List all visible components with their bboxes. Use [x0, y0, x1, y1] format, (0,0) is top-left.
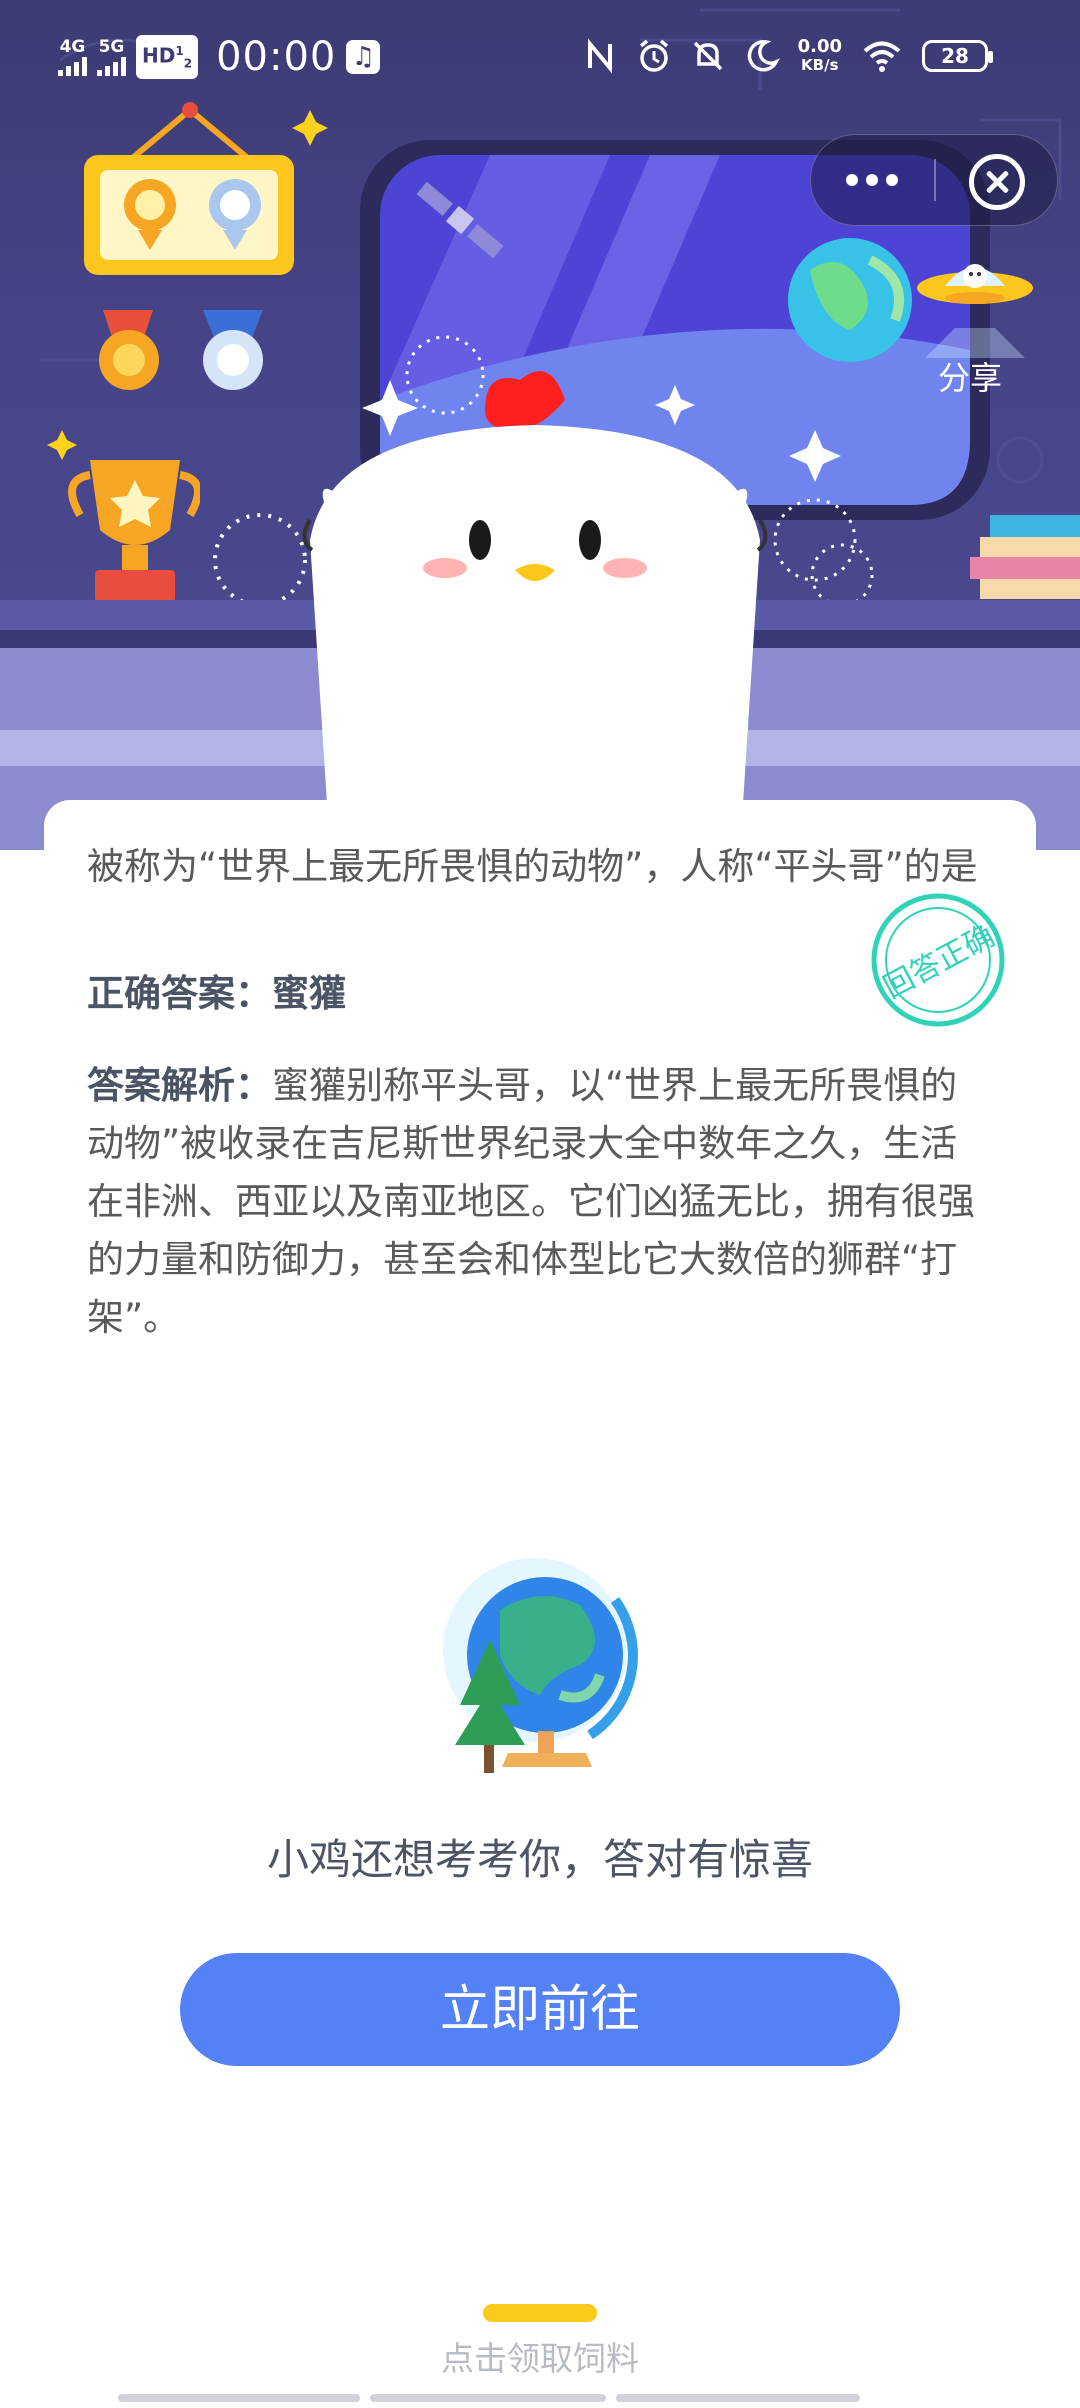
- network-speed: 0.00 KB/s: [797, 36, 842, 75]
- hd-sup: 1: [175, 43, 184, 58]
- wifi-icon: [863, 41, 901, 72]
- mute-bell-icon: [693, 41, 722, 71]
- stamp-text: 回答正确: [878, 919, 1000, 1006]
- medals: [99, 310, 263, 390]
- claim-feed-link[interactable]: 点击领取饲料: [0, 2332, 1080, 2380]
- signal-5g: 5G: [97, 36, 126, 76]
- globe-illustration: [443, 1558, 638, 1773]
- promo-tease: 小鸡还想考考你，答对有惊喜: [266, 1835, 813, 1884]
- share-button[interactable]: 分享: [915, 258, 1045, 398]
- battery-level: 28: [941, 44, 969, 68]
- music-note-icon: ♫: [346, 40, 381, 74]
- ufo-share-icon: [917, 264, 1033, 358]
- share-label: 分享: [937, 359, 1002, 397]
- status-bar: 4G 5G HD12 00:00 ♫ 0.00 KB/s 28: [0, 0, 1080, 110]
- hd-sub: 2: [183, 56, 193, 71]
- go-now-button[interactable]: 立即前往: [180, 1953, 900, 2066]
- question-text: 被称为“世界上最无所畏惧的动物”，人称“平头哥”的是: [87, 845, 978, 888]
- status-left: 4G 5G HD12 00:00 ♫: [58, 34, 381, 80]
- status-time: 00:00: [216, 34, 337, 80]
- correct-stamp: 回答正确: [871, 893, 1005, 1027]
- signal-5g-label: 5G: [98, 36, 125, 57]
- trophy: [47, 430, 200, 602]
- books: [970, 515, 1080, 599]
- feed-indicator[interactable]: [483, 2304, 597, 2322]
- capsule-divider: [934, 159, 936, 201]
- answer-analysis: 答案解析：蜜獾别称平头哥，以“世界上最无所畏惧的动物”被收录在吉尼斯世界纪录大全…: [87, 1057, 992, 1347]
- signal-bars-icon: [58, 56, 87, 76]
- battery-icon: 28: [922, 40, 993, 72]
- signal-4g: 4G: [58, 36, 87, 76]
- signal-bars-icon: [97, 56, 126, 76]
- nfc-icon: [587, 38, 612, 74]
- speed-value: 0.00: [797, 36, 842, 57]
- hd-voice-icon: HD12: [136, 34, 199, 80]
- speed-unit: KB/s: [801, 56, 839, 74]
- more-dots-icon[interactable]: [811, 135, 933, 225]
- alarm-icon: [639, 39, 668, 72]
- answer-value: 蜜獾: [272, 972, 346, 1015]
- close-circle-icon[interactable]: [969, 154, 1025, 210]
- analysis-label: 答案解析：: [87, 1064, 272, 1107]
- award-plaque: [84, 102, 328, 275]
- miniprogram-capsule: [810, 134, 1058, 226]
- bottom-tab-indicator: [118, 2394, 962, 2402]
- signal-4g-label: 4G: [59, 36, 86, 57]
- answer-label: 正确答案：: [87, 972, 272, 1015]
- hd-label: HD: [142, 43, 176, 68]
- decor-dots-right: [773, 498, 874, 607]
- do-not-disturb-moon-icon: [747, 40, 780, 72]
- correct-answer: 正确答案：蜜獾: [87, 964, 346, 1024]
- chick-mascot: [302, 371, 768, 850]
- status-right: 0.00 KB/s 28: [582, 36, 993, 75]
